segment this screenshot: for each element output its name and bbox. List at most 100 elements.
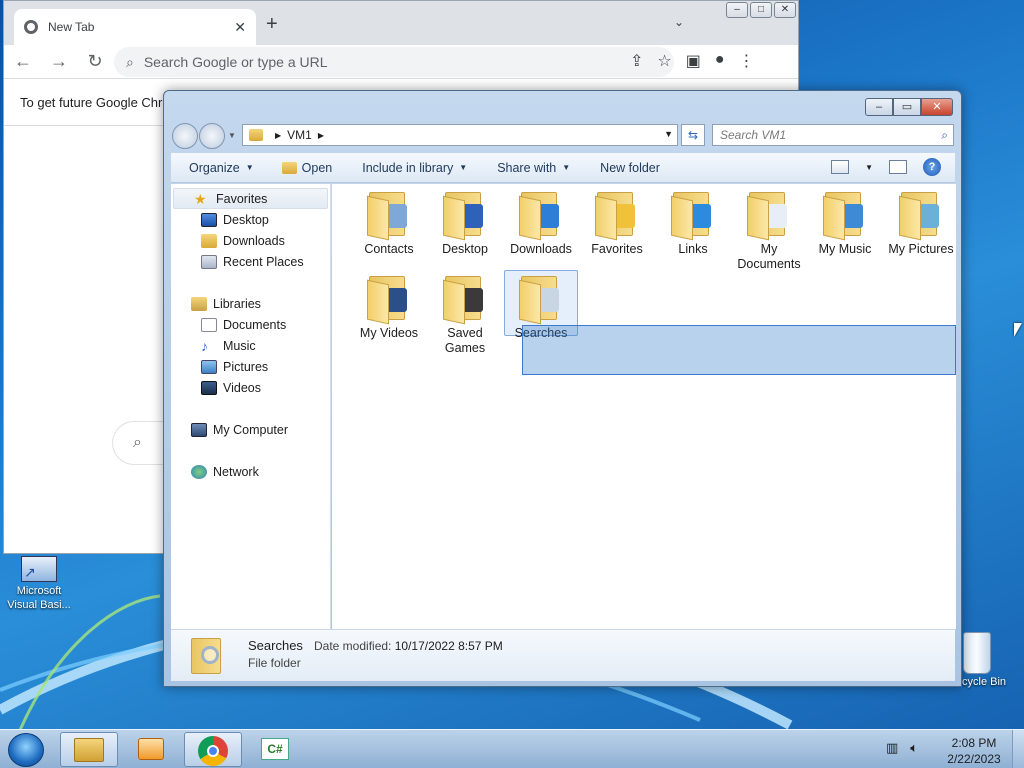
share-icon[interactable]: ⇪ [630, 51, 643, 71]
folder-item[interactable]: My Music [808, 190, 882, 257]
breadcrumb-chevron-icon[interactable]: ▶ [275, 131, 281, 140]
explorer-folders-icon [74, 738, 104, 762]
view-options-chevron-icon[interactable]: ▼ [865, 163, 873, 172]
folder-item[interactable]: Contacts [352, 190, 426, 257]
folder-item[interactable]: Saved Games [428, 274, 502, 356]
nav-favorites[interactable]: ★ Favorites [173, 188, 328, 209]
refresh-button[interactable]: ⇆ [681, 124, 705, 146]
omnibox-input[interactable]: ⌕ Search Google or type a URL [114, 47, 674, 77]
close-button[interactable]: ✕ [921, 98, 953, 116]
minimize-button[interactable]: – [726, 2, 748, 18]
nav-videos[interactable]: Videos [171, 377, 330, 398]
folder-item[interactable]: Links [656, 190, 730, 257]
nav-desktop[interactable]: Desktop [171, 209, 330, 230]
nav-documents[interactable]: Documents [171, 314, 330, 335]
show-desktop-button[interactable] [1012, 730, 1024, 768]
search-input[interactable]: Search VM1 ⌕ [712, 124, 954, 146]
taskbar-chrome[interactable] [184, 732, 242, 767]
folder-label: Contacts [364, 242, 414, 256]
explorer-window[interactable]: – ▭ ✕ ▼ ▶ VM1 ▶ ▼ ⇆ Search VM1 ⌕ Organiz… [163, 90, 962, 687]
explorer-window-controls: – ▭ ✕ [865, 98, 953, 116]
computer-icon [191, 422, 207, 437]
omnibox-placeholder: Search Google or type a URL [143, 54, 328, 70]
folder-icon [595, 190, 639, 241]
media-player-icon [138, 738, 164, 760]
folder-item[interactable]: My Documents [732, 190, 806, 272]
folder-item[interactable]: My Videos [352, 274, 426, 341]
new-tab-button[interactable]: + [266, 13, 278, 36]
maximize-button[interactable]: □ [750, 2, 772, 18]
search-placeholder: Search VM1 [720, 128, 787, 142]
chrome-tab-title: New Tab [48, 20, 95, 34]
maximize-button[interactable]: ▭ [893, 98, 921, 116]
address-dropdown-icon[interactable]: ▼ [664, 129, 673, 139]
back-button[interactable] [172, 123, 198, 149]
mouse-cursor-icon [1014, 323, 1022, 337]
navigation-pane: ★ Favorites Desktop Downloads Recent Pla… [171, 184, 331, 629]
star-icon: ★ [194, 190, 207, 207]
chevron-down-icon: ▼ [562, 163, 571, 172]
nav-recent-places[interactable]: Recent Places [171, 251, 330, 272]
clock[interactable]: 2:08 PM 2/22/2023 [935, 735, 1013, 767]
bookmark-star-icon[interactable]: ☆ [657, 51, 671, 71]
nav-music[interactable]: ♪ Music [171, 335, 330, 356]
close-tab-icon[interactable]: ✕ [234, 19, 246, 36]
taskbar-explorer[interactable] [60, 732, 118, 767]
details-date: Date modified: 10/17/2022 8:57 PM [314, 639, 503, 653]
folder-item[interactable]: Downloads [504, 190, 578, 257]
preview-pane-icon[interactable] [889, 160, 907, 174]
breadcrumb-chevron-icon[interactable]: ▶ [318, 131, 324, 140]
visual-basic-desktop-shortcut[interactable]: ↗ Microsoft Visual Basi... [4, 556, 74, 612]
organize-button[interactable]: Organize ▼ [189, 161, 254, 175]
volume-icon[interactable]: 🔈︎ [910, 740, 918, 756]
search-icon: ⌕ [126, 53, 134, 70]
recent-pages-chevron-icon[interactable]: ▼ [228, 131, 236, 140]
nav-network[interactable]: Network [171, 461, 330, 482]
chrome-info-banner: To get future Google Chr [20, 95, 163, 110]
change-view-icon[interactable] [831, 160, 850, 174]
minimize-button[interactable]: – [865, 98, 893, 116]
nav-libraries[interactable]: Libraries [171, 293, 330, 314]
nav-my-computer[interactable]: My Computer [171, 419, 330, 440]
start-button[interactable] [8, 733, 44, 767]
back-arrow-icon[interactable]: ← [12, 51, 34, 72]
pictures-icon [201, 359, 217, 374]
desktop-icon [201, 212, 217, 227]
taskbar-media-player[interactable] [122, 732, 180, 767]
folder-item[interactable]: Desktop [428, 190, 502, 257]
profile-avatar-icon[interactable]: ● [715, 51, 725, 71]
share-with-button[interactable]: Share with ▼ [497, 161, 570, 175]
breadcrumb-vm1[interactable]: VM1 [287, 128, 312, 142]
folder-icon [367, 274, 411, 325]
nav-pictures[interactable]: Pictures [171, 356, 330, 377]
chrome-tab-new-tab[interactable]: New Tab ✕ [14, 9, 256, 45]
taskbar-csharp[interactable]: C# [246, 732, 304, 767]
side-panel-icon[interactable]: ▣ [686, 51, 701, 71]
new-folder-button[interactable]: New folder [600, 161, 660, 175]
forward-arrow-icon[interactable]: → [48, 51, 70, 72]
drag-selection-rectangle [522, 325, 956, 375]
folder-icon [249, 129, 263, 141]
include-in-library-button[interactable]: Include in library ▼ [362, 161, 467, 175]
close-button[interactable]: ✕ [774, 2, 796, 18]
reload-icon[interactable]: ↻ [84, 51, 106, 72]
folder-item[interactable]: Favorites [580, 190, 654, 257]
chevron-down-icon: ▼ [245, 163, 254, 172]
tab-search-chevron-icon[interactable]: ⌄ [674, 15, 684, 29]
history-buttons [172, 123, 226, 149]
libraries-icon [191, 296, 207, 311]
recent-places-icon [201, 254, 217, 269]
help-icon[interactable]: ? [923, 158, 941, 176]
open-button[interactable]: Open [281, 161, 332, 175]
network-tray-icon[interactable]: ▥ [886, 740, 898, 756]
folder-icon [519, 190, 563, 241]
address-bar[interactable]: ▶ VM1 ▶ ▼ [242, 124, 678, 146]
nav-downloads[interactable]: Downloads [171, 230, 330, 251]
forward-button[interactable] [199, 123, 225, 149]
documents-icon [201, 317, 217, 332]
folder-icon [671, 190, 715, 241]
folder-item[interactable]: My Pictures [884, 190, 958, 257]
videos-filmstrip-icon [201, 380, 217, 395]
music-note-icon: ♪ [201, 337, 208, 354]
menu-kebab-icon[interactable]: ⋮ [739, 51, 755, 71]
